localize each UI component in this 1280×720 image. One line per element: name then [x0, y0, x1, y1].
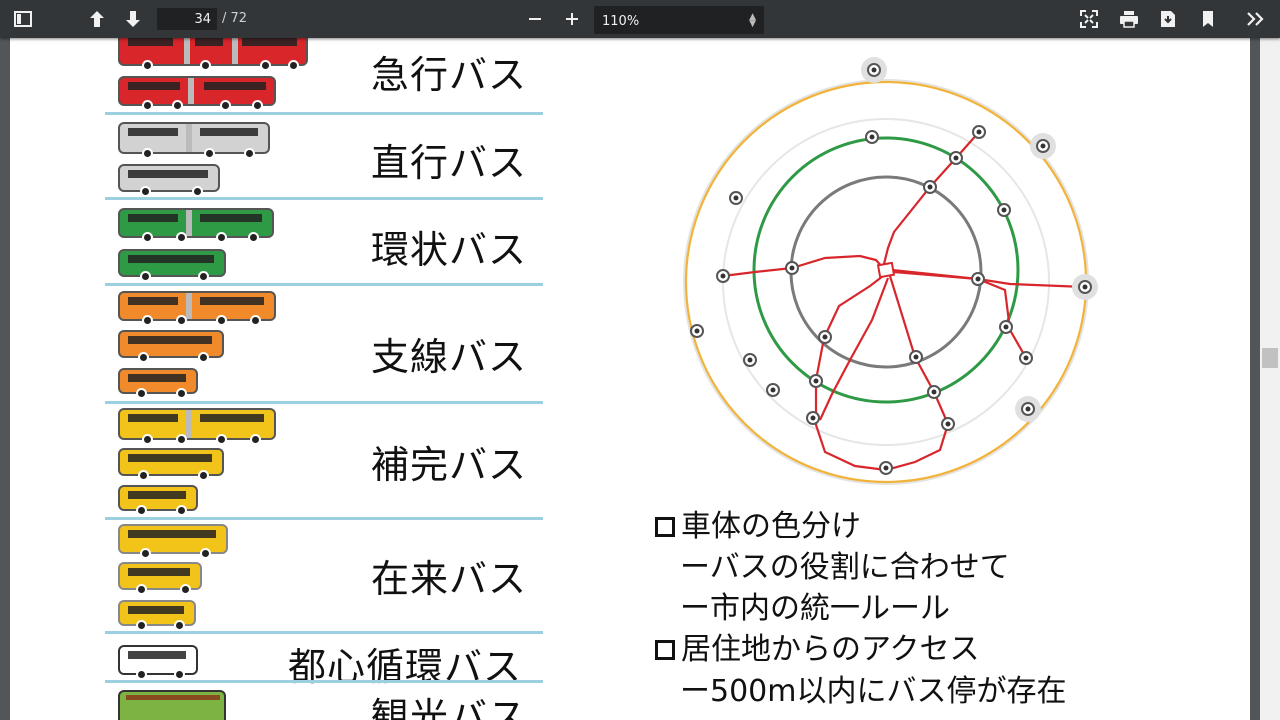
arrow-up-icon[interactable]	[84, 6, 110, 32]
page-number-input[interactable]	[157, 8, 217, 30]
note-heading-text: 居住地からのアクセス	[681, 632, 980, 667]
row-separator	[105, 680, 543, 683]
bus-type-label: 環状バス	[371, 228, 528, 272]
note-heading-access: 居住地からのアクセス	[655, 624, 980, 668]
select-arrows-icon: ▲ ▼	[749, 12, 756, 29]
checkbox-icon	[655, 517, 675, 537]
page-total: / 72	[222, 11, 248, 26]
bus-type-label: 直行バス	[371, 141, 528, 185]
print-icon[interactable]	[1116, 6, 1142, 32]
pdf-page: 急行バス 直行バス 環状バス 支線バス 補完バス 在来バス 都心循環バス 観光バ…	[10, 38, 1250, 720]
bus-type-label: 観光バス	[371, 695, 528, 720]
note-sub-rule: ー市内の統一ルール	[680, 591, 950, 626]
sidebar-icon[interactable]	[10, 6, 36, 32]
bus-type-label: 補完バス	[371, 443, 528, 487]
bookmark-icon[interactable]	[1195, 6, 1221, 32]
arrow-down-icon[interactable]	[120, 6, 146, 32]
bus-type-label: 支線バス	[371, 335, 528, 379]
zoom-value: 110%	[602, 14, 640, 29]
row-separator	[105, 401, 543, 404]
row-separator	[105, 517, 543, 520]
row-separator	[105, 631, 543, 634]
zoom-select[interactable]: 110% ▲ ▼	[594, 6, 764, 34]
plus-icon[interactable]	[559, 6, 585, 32]
route-network-diagram	[683, 57, 1098, 485]
note-sub-role: ーバスの役割に合わせて	[680, 550, 1010, 585]
more-icon[interactable]	[1243, 6, 1269, 32]
note-sub-distance: ー500m以内にバス停が存在	[680, 674, 1067, 709]
row-separator	[105, 112, 543, 115]
note-heading-color: 車体の色分け	[655, 501, 861, 545]
checkbox-icon	[655, 640, 675, 660]
row-separator	[105, 283, 543, 286]
bus-type-label: 在来バス	[371, 557, 528, 601]
scrollbar-thumb[interactable]	[1262, 348, 1278, 368]
row-separator	[105, 197, 543, 200]
minus-icon[interactable]	[522, 6, 548, 32]
scrollbar-track[interactable]	[1260, 38, 1280, 720]
bus-type-label: 急行バス	[371, 53, 528, 97]
fit-page-icon[interactable]	[1076, 6, 1102, 32]
download-icon[interactable]	[1155, 6, 1181, 32]
note-heading-text: 車体の色分け	[681, 509, 861, 544]
pdf-toolbar: / 72 110% ▲▼	[0, 0, 1280, 38]
